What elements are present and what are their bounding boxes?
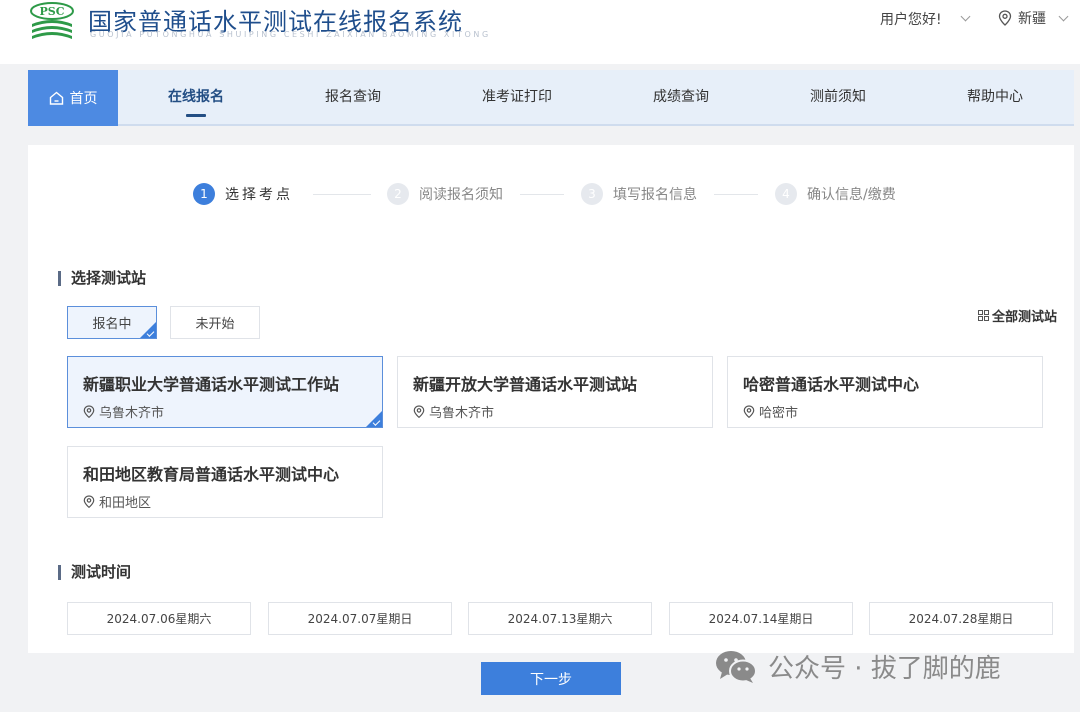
step-number: 4: [775, 183, 797, 205]
nav-score-query[interactable]: 成绩查询: [633, 70, 729, 126]
station-name: 新疆职业大学普通话水平测试工作站: [83, 375, 340, 394]
station-card[interactable]: 新疆开放大学普通话水平测试站 乌鲁木齐市: [397, 356, 713, 428]
date-option[interactable]: 2024.07.07星期日: [268, 602, 452, 635]
step-label: 阅读报名须知: [419, 187, 503, 203]
location-pin-icon: [83, 405, 95, 418]
step-connector: [714, 194, 758, 195]
station-city-label: 哈密市: [759, 406, 799, 421]
date-option[interactable]: 2024.07.13星期六: [468, 602, 652, 635]
date-option[interactable]: 2024.07.14星期日: [669, 602, 853, 635]
station-city-label: 乌鲁木齐市: [429, 406, 495, 421]
station-city: 和田地区: [83, 492, 151, 511]
all-stations-label: 全部测试站: [992, 310, 1058, 325]
nav-admission-ticket[interactable]: 准考证打印: [465, 70, 569, 126]
nav-help-center[interactable]: 帮助中心: [947, 70, 1043, 126]
station-city-label: 乌鲁木齐市: [99, 406, 165, 421]
station-city: 乌鲁木齐市: [413, 402, 494, 421]
time-section-title: 测试时间: [58, 565, 131, 580]
watermark-text: 公众号 · 拔了脚的鹿: [768, 654, 1001, 684]
next-step-button[interactable]: 下一步: [481, 662, 621, 695]
nav-home-label: 首页: [69, 91, 98, 107]
step-number: 2: [387, 183, 409, 205]
station-section-title: 选择测试站: [58, 271, 146, 286]
nav-home[interactable]: 首页: [28, 70, 118, 126]
nav-test-notes[interactable]: 测前须知: [790, 70, 886, 126]
station-city: 乌鲁木齐市: [83, 402, 164, 421]
station-name: 新疆开放大学普通话水平测试站: [413, 375, 638, 394]
all-stations-link[interactable]: 全部测试站: [978, 306, 1057, 325]
main-nav: 首页 在线报名 报名查询 准考证打印 成绩查询 测前须知 帮助中心: [28, 70, 1074, 126]
station-city: 哈密市: [743, 402, 798, 421]
step-label: 确认信息/缴费: [807, 187, 896, 203]
step-number: 1: [193, 183, 215, 205]
step-3: 3 填写报名信息: [581, 183, 697, 205]
date-option[interactable]: 2024.07.06星期六: [67, 602, 251, 635]
grid-icon: [978, 310, 989, 321]
location-pin-icon: [998, 10, 1012, 26]
nav-online-registration[interactable]: 在线报名: [148, 70, 244, 126]
step-2: 2 阅读报名须知: [387, 183, 503, 205]
step-connector: [313, 194, 371, 195]
top-header: PSC 国家普通话水平测试在线报名系统 GUOJIA PUTONGHUA SHU…: [0, 0, 1080, 64]
main-panel: 1 选择考点 2 阅读报名须知 3 填写报名信息 4 确认信息/缴费 选择测试站…: [28, 145, 1074, 653]
station-card[interactable]: 新疆职业大学普通话水平测试工作站 乌鲁木齐市: [67, 356, 383, 428]
filter-tab-not-started[interactable]: 未开始: [170, 306, 260, 339]
station-card[interactable]: 和田地区教育局普通话水平测试中心 和田地区: [67, 446, 383, 518]
location-pin-icon: [83, 495, 95, 508]
date-option[interactable]: 2024.07.28星期日: [869, 602, 1053, 635]
step-4: 4 确认信息/缴费: [775, 183, 896, 205]
region-label: 新疆: [1018, 11, 1046, 27]
step-label: 填写报名信息: [613, 187, 697, 203]
filter-tab-open[interactable]: 报名中: [67, 306, 157, 339]
location-pin-icon: [743, 405, 755, 418]
step-number: 3: [581, 183, 603, 205]
filter-tab-label: 报名中: [92, 317, 132, 332]
psc-logo[interactable]: PSC: [28, 2, 76, 44]
step-1: 1 选择考点: [193, 183, 293, 205]
station-card[interactable]: 哈密普通话水平测试中心 哈密市: [727, 356, 1043, 428]
home-icon: [49, 91, 63, 105]
site-subtitle: GUOJIA PUTONGHUA SHUIPING CESHI ZAIXIAN …: [90, 30, 491, 39]
station-city-label: 和田地区: [99, 496, 152, 511]
logo-text: PSC: [40, 5, 65, 18]
station-name: 和田地区教育局普通话水平测试中心: [83, 465, 340, 484]
chevron-down-icon[interactable]: [1058, 11, 1069, 22]
filter-tab-label: 未开始: [195, 317, 235, 332]
station-name: 哈密普通话水平测试中心: [743, 375, 920, 394]
chevron-down-icon[interactable]: [960, 11, 971, 22]
location-pin-icon: [413, 405, 425, 418]
wechat-icon: [716, 650, 757, 683]
user-greeting[interactable]: 用户您好!: [880, 9, 942, 29]
step-label: 选择考点: [225, 187, 293, 203]
step-connector: [520, 194, 564, 195]
nav-registration-query[interactable]: 报名查询: [305, 70, 401, 126]
watermark: 公众号 · 拔了脚的鹿: [714, 648, 1001, 685]
region-selector[interactable]: 新疆: [998, 8, 1046, 28]
